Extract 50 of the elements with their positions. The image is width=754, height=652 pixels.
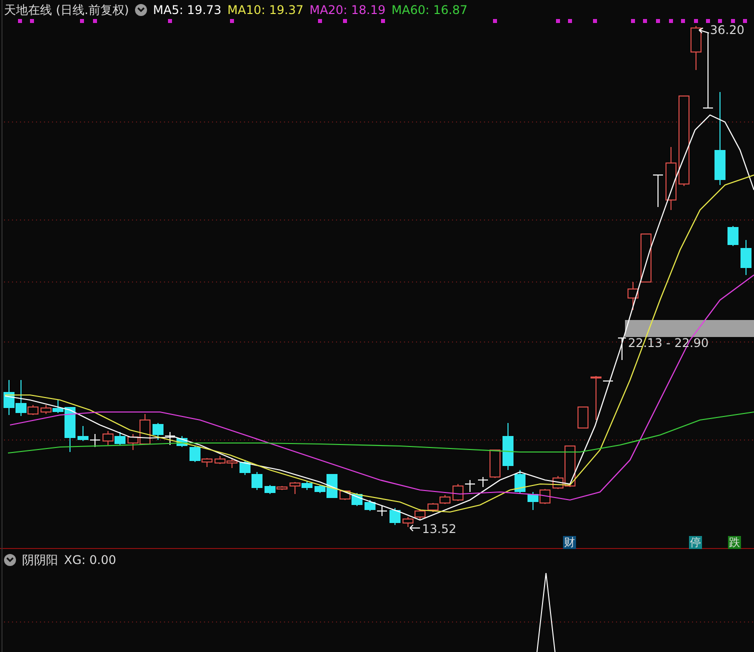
candlestick: [176, 436, 188, 448]
candlestick: [740, 240, 752, 276]
indicator-title: 阴阴阳: [22, 552, 58, 568]
candlestick: [90, 434, 100, 448]
dropdown-icon[interactable]: [135, 4, 147, 16]
arrow-icon: [698, 28, 710, 34]
candlestick: [640, 234, 652, 282]
candlestick: [428, 502, 438, 512]
candlestick: [540, 488, 550, 504]
indicator-value: XG: 0.00: [64, 553, 116, 567]
candlestick: [240, 460, 250, 476]
low-price-label: 13.52: [422, 522, 456, 536]
indicator-value: MA5: 19.73: [153, 3, 222, 17]
candlestick: [290, 482, 300, 494]
dropdown-icon[interactable]: [4, 554, 16, 566]
candlestick: [528, 492, 538, 510]
candlestick: [402, 516, 414, 528]
candlestick: [728, 226, 738, 246]
event-badge[interactable]: 财: [563, 536, 576, 549]
indicator-value: MA10: 19.37: [227, 3, 304, 17]
candlestick: [414, 508, 426, 520]
candlestick: [440, 494, 450, 504]
candlestick: [364, 500, 376, 512]
candlestick: [152, 422, 164, 440]
candlestick: [78, 426, 88, 442]
candlestick: [226, 458, 238, 468]
candlestick: [578, 406, 588, 428]
candlestick: [628, 282, 638, 310]
arrow-icon: [410, 524, 420, 532]
candlestick: [40, 404, 52, 414]
candlestick: [4, 380, 14, 416]
indicator-value: MA20: 18.19: [309, 3, 386, 17]
candlestick: [214, 456, 226, 464]
candlestick: [252, 472, 262, 490]
candlestick: [164, 432, 176, 446]
event-badge[interactable]: 跌: [728, 536, 741, 549]
candlestick: [376, 506, 388, 516]
candlestick: [390, 508, 400, 526]
candlestick: [114, 432, 126, 446]
event-badge[interactable]: 停: [689, 536, 702, 549]
chart-title: 天地在线 (日线.前复权): [4, 2, 129, 18]
candlestick: [452, 484, 464, 502]
high-price-label: 36.20: [710, 23, 744, 37]
candlestick: [652, 174, 664, 208]
range-marker-icon: [618, 338, 626, 360]
candlestick: [464, 480, 476, 492]
candlestick: [666, 146, 676, 210]
indicator-value: MA60: 16.87: [392, 3, 468, 17]
candlestick: [102, 430, 114, 446]
candlestick: [302, 480, 312, 490]
